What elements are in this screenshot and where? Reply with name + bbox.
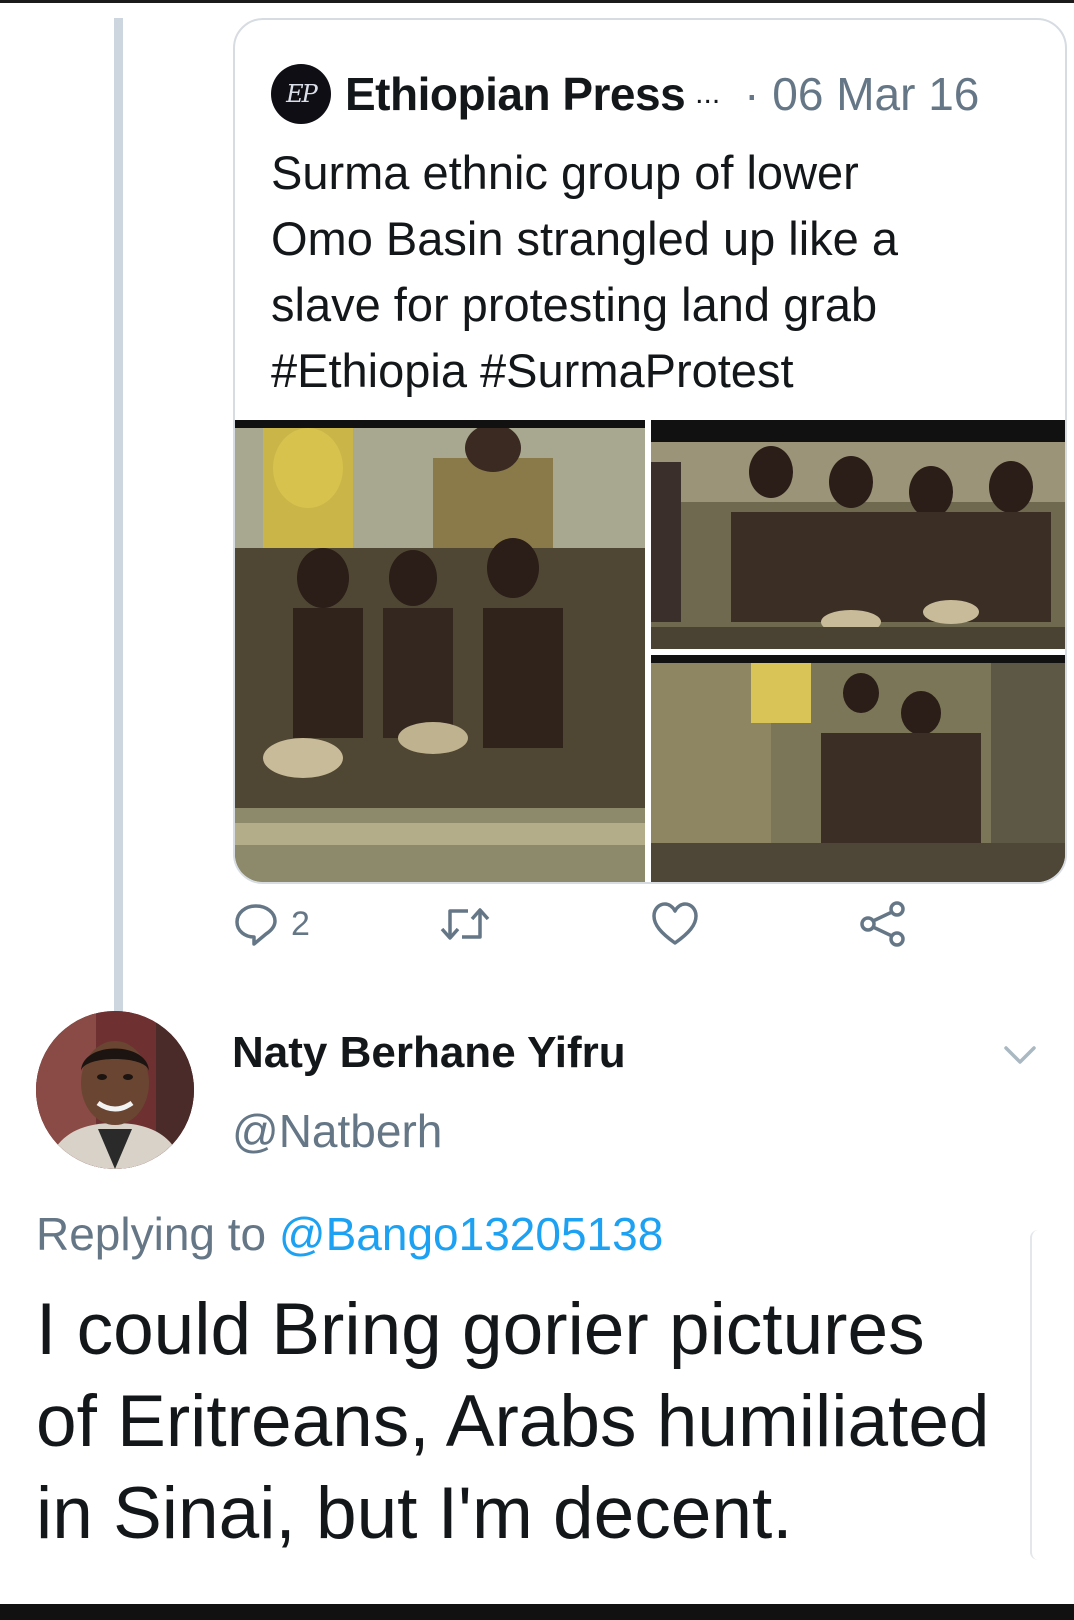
- quoted-tweet-media: [235, 420, 1065, 882]
- reply-author-avatar[interactable]: [36, 1011, 194, 1169]
- reply-tweet-text: I could Bring gorier pictures of Eritrea…: [36, 1289, 990, 1554]
- media-photo-1[interactable]: [235, 420, 645, 882]
- reply-author-handle[interactable]: @Natberh: [232, 1104, 442, 1158]
- quoted-tweet-card[interactable]: EP Ethiopian Press ... · 06 Mar 16 Surma…: [233, 18, 1067, 884]
- reply-icon: [233, 901, 279, 947]
- quoted-tweet-text: Surma ethnic group of lower Omo Basin st…: [271, 146, 898, 397]
- share-icon: [859, 900, 907, 948]
- quoted-avatar-logo: EP: [286, 80, 318, 108]
- name-truncation: ...: [695, 77, 721, 110]
- retweet-button[interactable]: [438, 894, 492, 954]
- media-photo-3[interactable]: [651, 655, 1065, 882]
- reply-button[interactable]: 2: [233, 894, 310, 954]
- quoted-tweet-date[interactable]: · 06 Mar 16: [744, 67, 979, 121]
- like-icon: [651, 901, 699, 947]
- bottom-border: [0, 1604, 1074, 1620]
- scroll-edge: [1030, 1230, 1040, 1560]
- tweet-options-chevron-icon[interactable]: [1000, 1040, 1040, 1070]
- quoted-avatar[interactable]: EP: [271, 64, 331, 124]
- retweet-icon: [438, 901, 492, 947]
- quoted-author-name[interactable]: Ethiopian Press: [345, 67, 686, 121]
- tweet-action-bar: 2: [233, 894, 953, 954]
- like-button[interactable]: [651, 894, 699, 954]
- share-button[interactable]: [859, 894, 907, 954]
- replying-to-line: Replying to @Bango13205138: [36, 1207, 663, 1261]
- media-photo-2[interactable]: [651, 420, 1065, 649]
- reply-count: 2: [291, 904, 310, 943]
- thread-connector-line: [114, 18, 123, 1036]
- quoted-tweet-header: EP Ethiopian Press ... · 06 Mar 16: [271, 64, 979, 124]
- replying-to-handle-link[interactable]: @Bango13205138: [279, 1208, 663, 1260]
- reply-author-name[interactable]: Naty Berhane Yifru: [232, 1028, 626, 1078]
- replying-to-label: Replying to: [36, 1208, 267, 1260]
- top-border: [0, 0, 1074, 3]
